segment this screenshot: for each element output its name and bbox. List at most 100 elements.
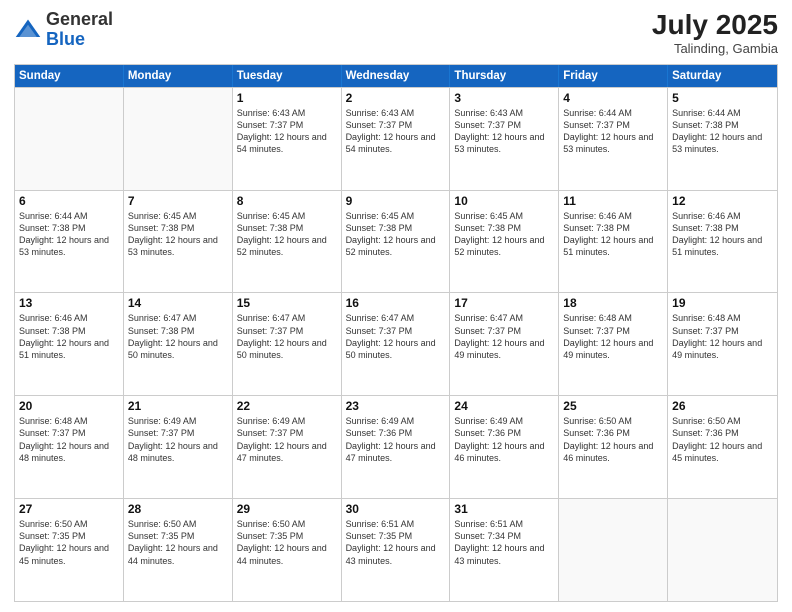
calendar-header: SundayMondayTuesdayWednesdayThursdayFrid…	[15, 65, 777, 87]
header-day-saturday: Saturday	[668, 65, 777, 87]
day-number: 29	[237, 502, 337, 516]
cal-cell: 29 Sunrise: 6:50 AM Sunset: 7:35 PM Dayli…	[233, 499, 342, 601]
logo-blue: Blue	[46, 29, 85, 49]
cal-cell: 2 Sunrise: 6:43 AM Sunset: 7:37 PM Daylig…	[342, 88, 451, 190]
day-number: 12	[672, 194, 773, 208]
header-day-sunday: Sunday	[15, 65, 124, 87]
day-number: 11	[563, 194, 663, 208]
day-info: Sunrise: 6:45 AM Sunset: 7:38 PM Dayligh…	[237, 210, 337, 259]
week-row-3: 13 Sunrise: 6:46 AM Sunset: 7:38 PM Dayli…	[15, 292, 777, 395]
cal-cell: 17Sunrise: 6:47 AM Sunset: 7:37 PM Dayli…	[450, 293, 559, 395]
cal-cell: 23Sunrise: 6:49 AM Sunset: 7:36 PM Dayli…	[342, 396, 451, 498]
cal-cell: 27Sunrise: 6:50 AM Sunset: 7:35 PM Dayli…	[15, 499, 124, 601]
day-info: Sunrise: 6:46 AM Sunset: 7:38 PM Dayligh…	[19, 312, 119, 361]
header-day-tuesday: Tuesday	[233, 65, 342, 87]
week-row-4: 20 Sunrise: 6:48 AM Sunset: 7:37 PM Dayli…	[15, 395, 777, 498]
day-number: 4	[563, 91, 663, 105]
cal-cell: 3Sunrise: 6:43 AM Sunset: 7:37 PM Daylig…	[450, 88, 559, 190]
calendar-body: 1 Sunrise: 6:43 AM Sunset: 7:37 PM Daylig…	[15, 87, 777, 601]
cal-cell: 22Sunrise: 6:49 AM Sunset: 7:37 PM Dayli…	[233, 396, 342, 498]
day-number: 7	[128, 194, 228, 208]
cal-cell: 19 Sunrise: 6:48 AM Sunset: 7:37 PM Dayli…	[668, 293, 777, 395]
day-info: Sunrise: 6:43 AM Sunset: 7:37 PM Dayligh…	[346, 107, 446, 156]
cal-cell: 30 Sunrise: 6:51 AM Sunset: 7:35 PM Dayli…	[342, 499, 451, 601]
day-info: Sunrise: 6:45 AM Sunset: 7:38 PM Dayligh…	[454, 210, 554, 259]
cal-cell: 28Sunrise: 6:50 AM Sunset: 7:35 PM Dayli…	[124, 499, 233, 601]
day-number: 24	[454, 399, 554, 413]
day-number: 13	[19, 296, 119, 310]
cal-cell: 24 Sunrise: 6:49 AM Sunset: 7:36 PM Dayli…	[450, 396, 559, 498]
day-info: Sunrise: 6:46 AM Sunset: 7:38 PM Dayligh…	[563, 210, 663, 259]
day-info: Sunrise: 6:48 AM Sunset: 7:37 PM Dayligh…	[563, 312, 663, 361]
cal-cell: 13 Sunrise: 6:46 AM Sunset: 7:38 PM Dayli…	[15, 293, 124, 395]
day-info: Sunrise: 6:51 AM Sunset: 7:35 PM Dayligh…	[346, 518, 446, 567]
day-info: Sunrise: 6:43 AM Sunset: 7:37 PM Dayligh…	[454, 107, 554, 156]
day-info: Sunrise: 6:49 AM Sunset: 7:36 PM Dayligh…	[346, 415, 446, 464]
day-number: 19	[672, 296, 773, 310]
cal-cell	[668, 499, 777, 601]
day-number: 30	[346, 502, 446, 516]
week-row-5: 27Sunrise: 6:50 AM Sunset: 7:35 PM Dayli…	[15, 498, 777, 601]
cal-cell: 10Sunrise: 6:45 AM Sunset: 7:38 PM Dayli…	[450, 191, 559, 293]
cal-cell: 21 Sunrise: 6:49 AM Sunset: 7:37 PM Dayli…	[124, 396, 233, 498]
day-info: Sunrise: 6:50 AM Sunset: 7:35 PM Dayligh…	[19, 518, 119, 567]
day-number: 17	[454, 296, 554, 310]
day-info: Sunrise: 6:51 AM Sunset: 7:34 PM Dayligh…	[454, 518, 554, 567]
day-number: 26	[672, 399, 773, 413]
page: General Blue July 2025 Talinding, Gambia…	[0, 0, 792, 612]
week-row-1: 1 Sunrise: 6:43 AM Sunset: 7:37 PM Daylig…	[15, 87, 777, 190]
cal-cell: 16Sunrise: 6:47 AM Sunset: 7:37 PM Dayli…	[342, 293, 451, 395]
day-info: Sunrise: 6:49 AM Sunset: 7:37 PM Dayligh…	[128, 415, 228, 464]
day-info: Sunrise: 6:43 AM Sunset: 7:37 PM Dayligh…	[237, 107, 337, 156]
day-info: Sunrise: 6:50 AM Sunset: 7:35 PM Dayligh…	[237, 518, 337, 567]
day-info: Sunrise: 6:50 AM Sunset: 7:36 PM Dayligh…	[563, 415, 663, 464]
cal-cell	[559, 499, 668, 601]
month-year: July 2025	[652, 10, 778, 41]
day-number: 22	[237, 399, 337, 413]
cal-cell: 31 Sunrise: 6:51 AM Sunset: 7:34 PM Dayli…	[450, 499, 559, 601]
cal-cell: 25Sunrise: 6:50 AM Sunset: 7:36 PM Dayli…	[559, 396, 668, 498]
logo-general: General	[46, 9, 113, 29]
day-info: Sunrise: 6:46 AM Sunset: 7:38 PM Dayligh…	[672, 210, 773, 259]
day-number: 15	[237, 296, 337, 310]
day-info: Sunrise: 6:49 AM Sunset: 7:36 PM Dayligh…	[454, 415, 554, 464]
day-info: Sunrise: 6:50 AM Sunset: 7:35 PM Dayligh…	[128, 518, 228, 567]
day-info: Sunrise: 6:44 AM Sunset: 7:38 PM Dayligh…	[19, 210, 119, 259]
title-block: July 2025 Talinding, Gambia	[652, 10, 778, 56]
location: Talinding, Gambia	[652, 41, 778, 56]
day-info: Sunrise: 6:44 AM Sunset: 7:37 PM Dayligh…	[563, 107, 663, 156]
day-number: 16	[346, 296, 446, 310]
cal-cell: 7 Sunrise: 6:45 AM Sunset: 7:38 PM Daylig…	[124, 191, 233, 293]
day-info: Sunrise: 6:47 AM Sunset: 7:37 PM Dayligh…	[237, 312, 337, 361]
cal-cell: 9 Sunrise: 6:45 AM Sunset: 7:38 PM Daylig…	[342, 191, 451, 293]
day-info: Sunrise: 6:45 AM Sunset: 7:38 PM Dayligh…	[128, 210, 228, 259]
day-info: Sunrise: 6:47 AM Sunset: 7:38 PM Dayligh…	[128, 312, 228, 361]
week-row-2: 6 Sunrise: 6:44 AM Sunset: 7:38 PM Daylig…	[15, 190, 777, 293]
cal-cell: 12 Sunrise: 6:46 AM Sunset: 7:38 PM Dayli…	[668, 191, 777, 293]
day-number: 21	[128, 399, 228, 413]
cal-cell: 14Sunrise: 6:47 AM Sunset: 7:38 PM Dayli…	[124, 293, 233, 395]
cal-cell: 5Sunrise: 6:44 AM Sunset: 7:38 PM Daylig…	[668, 88, 777, 190]
day-info: Sunrise: 6:44 AM Sunset: 7:38 PM Dayligh…	[672, 107, 773, 156]
day-number: 9	[346, 194, 446, 208]
cal-cell: 11 Sunrise: 6:46 AM Sunset: 7:38 PM Dayli…	[559, 191, 668, 293]
day-info: Sunrise: 6:45 AM Sunset: 7:38 PM Dayligh…	[346, 210, 446, 259]
header-day-thursday: Thursday	[450, 65, 559, 87]
day-info: Sunrise: 6:48 AM Sunset: 7:37 PM Dayligh…	[19, 415, 119, 464]
day-number: 31	[454, 502, 554, 516]
day-number: 2	[346, 91, 446, 105]
day-number: 6	[19, 194, 119, 208]
cal-cell: 26 Sunrise: 6:50 AM Sunset: 7:36 PM Dayli…	[668, 396, 777, 498]
day-info: Sunrise: 6:50 AM Sunset: 7:36 PM Dayligh…	[672, 415, 773, 464]
cal-cell	[124, 88, 233, 190]
cal-cell	[15, 88, 124, 190]
cal-cell: 1 Sunrise: 6:43 AM Sunset: 7:37 PM Daylig…	[233, 88, 342, 190]
cal-cell: 4 Sunrise: 6:44 AM Sunset: 7:37 PM Daylig…	[559, 88, 668, 190]
day-number: 20	[19, 399, 119, 413]
cal-cell: 6 Sunrise: 6:44 AM Sunset: 7:38 PM Daylig…	[15, 191, 124, 293]
logo-text: General Blue	[46, 10, 113, 50]
day-number: 1	[237, 91, 337, 105]
header-day-monday: Monday	[124, 65, 233, 87]
header-day-wednesday: Wednesday	[342, 65, 451, 87]
day-info: Sunrise: 6:48 AM Sunset: 7:37 PM Dayligh…	[672, 312, 773, 361]
